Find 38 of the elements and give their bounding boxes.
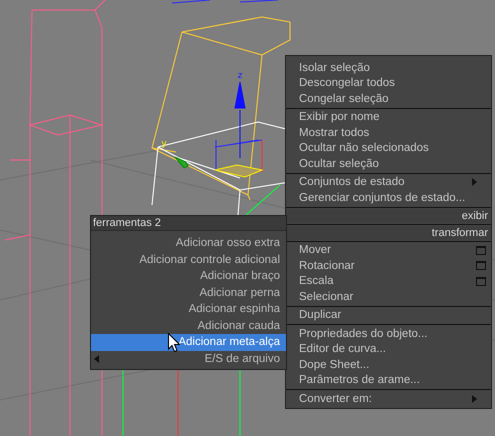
menu-item[interactable]: Adicionar osso extra	[91, 235, 286, 252]
menu-item[interactable]: Adicionar meta-alça	[91, 334, 286, 350]
menu-item[interactable]: Rotacionar	[286, 258, 491, 274]
menu-item[interactable]: Duplicar	[286, 308, 491, 323]
menu-item[interactable]: Mostrar todos	[286, 125, 491, 140]
menu-item[interactable]: Mover	[286, 242, 491, 258]
submenu-arrow-icon	[472, 178, 477, 186]
axis-arrow[interactable]	[174, 156, 189, 169]
menu-item[interactable]: Editor de curva...	[286, 342, 491, 357]
menu-item[interactable]: Exibir por nome	[286, 110, 491, 125]
menu-item[interactable]: Descongelar todos	[286, 76, 491, 91]
submenu-arrow-icon	[94, 354, 99, 363]
cursor-icon	[168, 333, 180, 352]
menu-item[interactable]: Congelar seleção	[286, 91, 491, 106]
menu-section-header: exibir	[286, 208, 491, 222]
menu-section-header: transformar	[286, 226, 491, 240]
menu-item[interactable]: Escala	[286, 274, 491, 289]
menu-item[interactable]: Adicionar perna	[91, 284, 286, 301]
menu-item[interactable]: Dope Sheet...	[286, 357, 491, 372]
axis-arrow[interactable]	[234, 82, 246, 158]
menu-item[interactable]: Adicionar braço	[91, 268, 286, 284]
plane-handle[interactable]	[214, 164, 264, 178]
submenu-arrow-icon	[472, 394, 477, 403]
menu-item[interactable]: Adicionar espinha	[91, 301, 286, 318]
menu-item[interactable]: Selecionar	[286, 289, 491, 304]
menu-item[interactable]: Ocultar seleção	[286, 156, 491, 172]
menu-item[interactable]: Adicionar cauda	[91, 318, 286, 334]
menu-item[interactable]: Parâmetros de arame...	[286, 372, 491, 388]
menu-item[interactable]: Gerenciar conjuntos de estado...	[286, 190, 491, 206]
menu-item[interactable]: Isolar seleção	[286, 60, 491, 76]
menu-item[interactable]: Propriedades do objeto...	[286, 326, 491, 342]
menu-item[interactable]: Conjuntos de estado	[286, 174, 491, 190]
menu-item[interactable]: E/S de arquivo	[91, 350, 286, 367]
axis-label: z	[238, 71, 242, 81]
menu-item[interactable]: Adicionar controle adicional	[91, 252, 286, 268]
menu-title: ferramentas 2	[91, 216, 286, 231]
menu-item[interactable]: Ocultar não selecionados	[286, 140, 491, 156]
menu-item[interactable]: Converter em:	[286, 391, 491, 406]
